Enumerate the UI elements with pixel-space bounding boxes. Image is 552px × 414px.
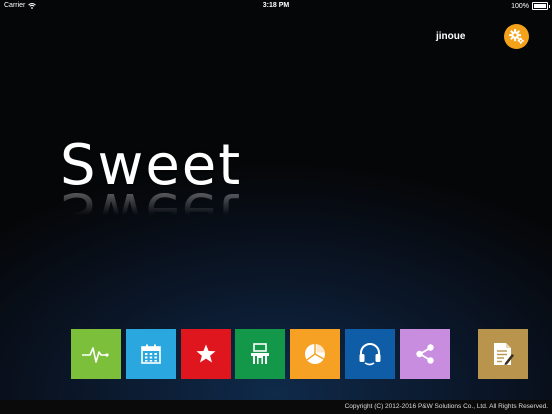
battery-status: 100% <box>511 2 550 10</box>
username-label[interactable]: jinoue <box>436 31 465 42</box>
share-tile[interactable] <box>400 329 450 379</box>
footer: Copyright (C) 2012-2016 P&W Solutions Co… <box>0 400 552 414</box>
classroom-tile[interactable] <box>235 329 285 379</box>
battery-percent: 100% <box>511 2 529 10</box>
heartbeat-icon <box>82 347 109 363</box>
classroom-desk-icon <box>251 343 269 364</box>
statistics-tile[interactable] <box>290 329 340 379</box>
share-icon <box>416 344 434 364</box>
report-tile[interactable] <box>478 329 528 379</box>
pie-chart-icon <box>305 344 325 364</box>
calendar-tile[interactable] <box>126 329 176 379</box>
copyright-text: Copyright (C) 2012-2016 P&W Solutions Co… <box>344 403 548 410</box>
favorites-tile[interactable] <box>181 329 231 379</box>
gear-icon <box>509 29 524 44</box>
app-logo: Sweet Sweet <box>60 136 243 246</box>
document-icon <box>494 343 514 365</box>
logo-reflection: Sweet <box>60 180 243 245</box>
vitals-tile[interactable] <box>71 329 121 379</box>
app-tile-bar <box>0 329 552 379</box>
star-icon <box>196 344 216 363</box>
calendar-icon <box>141 344 161 364</box>
status-bar: Carrier 3:18 PM 100% <box>0 0 552 13</box>
support-tile[interactable] <box>345 329 395 379</box>
battery-icon <box>532 2 550 10</box>
settings-button[interactable] <box>504 24 529 49</box>
status-time: 3:18 PM <box>262 2 290 9</box>
headset-icon <box>359 343 381 366</box>
